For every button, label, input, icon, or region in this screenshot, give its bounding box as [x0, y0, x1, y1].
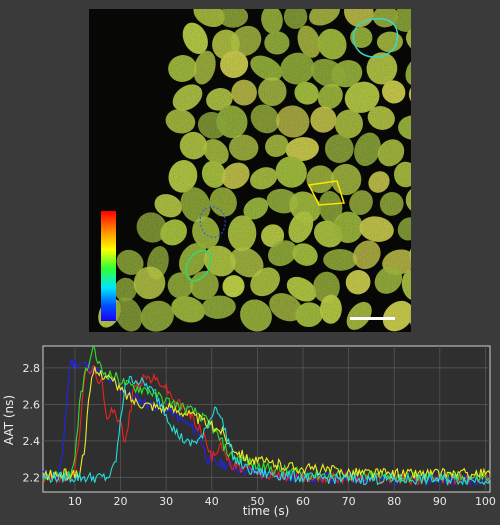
cell [165, 109, 196, 134]
cell [323, 249, 358, 271]
cell [250, 167, 278, 190]
microscopy-image [89, 9, 411, 332]
cell [345, 270, 371, 295]
x-tick-label: 20 [114, 495, 128, 508]
cell [218, 9, 249, 28]
lifetime-colorbar [101, 211, 116, 321]
cell [231, 79, 257, 106]
x-tick-label: 30 [159, 495, 173, 508]
x-tick-label: 70 [342, 495, 356, 508]
cell [346, 301, 372, 330]
cell [227, 215, 257, 252]
x-axis-label: time (s) [243, 504, 290, 518]
cell [393, 161, 411, 188]
cell [193, 50, 216, 85]
x-tick-label: 90 [433, 495, 447, 508]
x-tick-label: 10 [68, 495, 82, 508]
aat-plot: 10 20 30 40 50 60 70 80 90 100 2.2 2.4 2.6 2.8 time … [0, 340, 500, 521]
y-tick-labels: 2.2 2.4 2.6 2.8 [23, 362, 41, 485]
cell [382, 300, 411, 332]
cell [398, 115, 411, 140]
cell [317, 28, 347, 60]
cell [264, 31, 290, 55]
x-tick-label: 80 [387, 495, 401, 508]
cell [330, 163, 362, 196]
x-tick-label: 60 [296, 495, 310, 508]
cell [209, 187, 237, 217]
y-tick-label: 2.4 [23, 435, 41, 448]
cell [258, 77, 287, 106]
y-tick-label: 2.6 [23, 398, 41, 411]
cell [376, 31, 403, 53]
cell [397, 217, 411, 241]
cell [140, 300, 174, 332]
cell [261, 9, 283, 34]
cell [405, 186, 411, 214]
cell-image-canvas [98, 9, 411, 332]
scale-bar [350, 317, 395, 320]
y-axis-label: AAT (ns) [2, 395, 16, 445]
cell [350, 26, 373, 48]
cell [405, 55, 411, 86]
y-tick-label: 2.8 [23, 362, 41, 375]
y-tick-label: 2.2 [23, 471, 41, 484]
x-tick-label: 40 [205, 495, 219, 508]
x-tick-label: 100 [475, 495, 496, 508]
cell [359, 216, 394, 242]
